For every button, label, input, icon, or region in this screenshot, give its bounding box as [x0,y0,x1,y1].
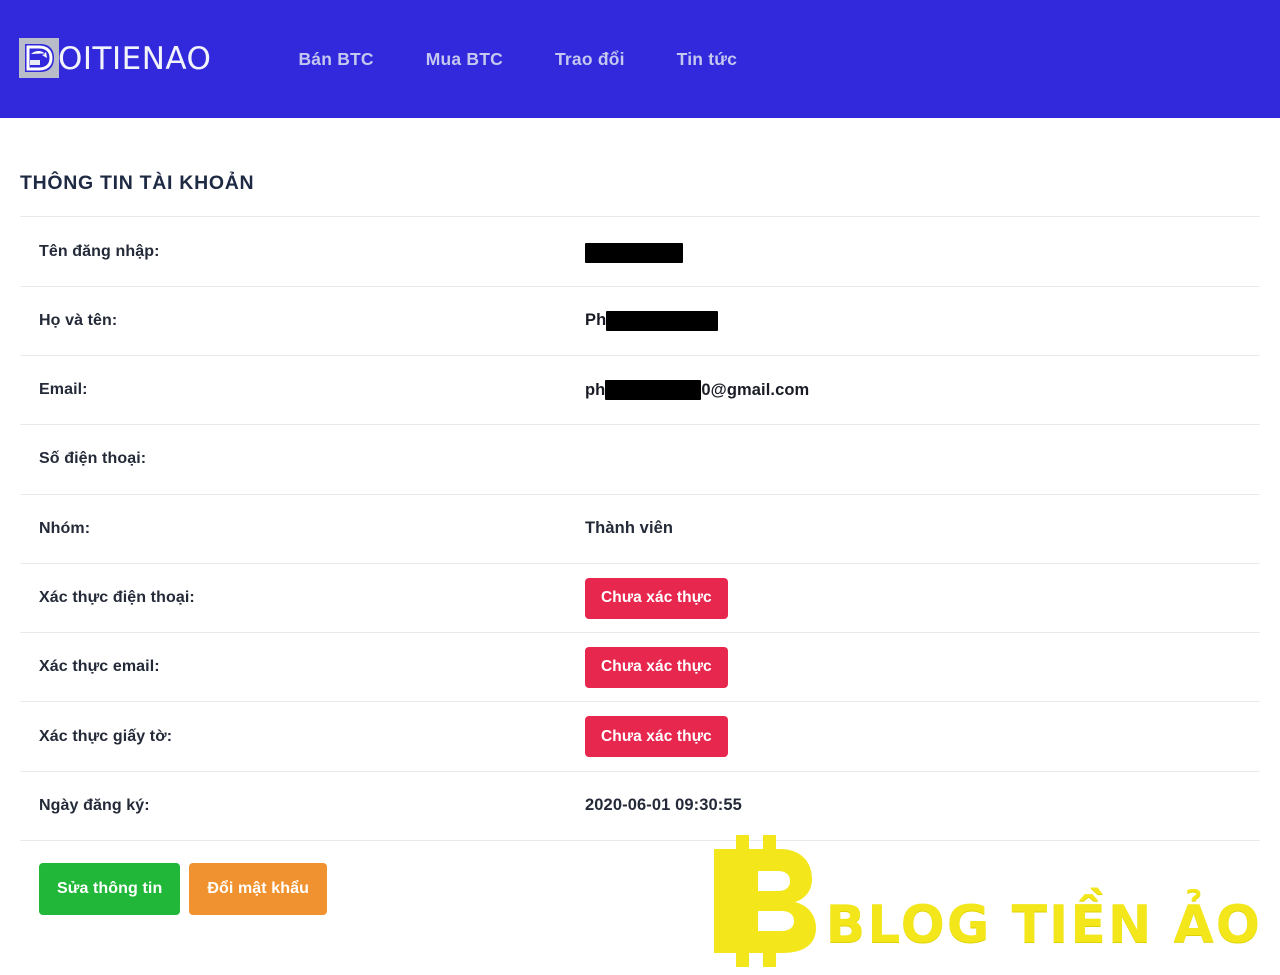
brand-logo-link[interactable]: OITIENAO [18,36,214,80]
nav-mua-btc[interactable]: Mua BTC [400,43,529,76]
table-row-phone-verification: Xác thực điện thoại: Chưa xác thực [20,564,1260,634]
nav-trao-doi[interactable]: Trao đổi [529,43,651,76]
edit-info-button[interactable]: Sửa thông tin [39,863,181,916]
page-title: THÔNG TIN TÀI KHOẢN [20,172,255,194]
site-header: OITIENAO Bán BTC Mua BTC Trao đổi Tin tứ… [0,0,1280,118]
brand-text: OITIENAO [58,40,212,77]
main-nav: Bán BTC Mua BTC Trao đổi Tin tức [272,43,763,76]
table-row-username: Tên đăng nhập: [20,217,1260,287]
table-row-document-verification: Xác thực giấy tờ: Chưa xác thực [20,702,1260,772]
value-registration-date: 2020-06-01 09:30:55 [585,796,742,815]
status-badge-email-unverified[interactable]: Chưa xác thực [585,646,728,688]
nav-ban-btc[interactable]: Bán BTC [272,43,399,76]
label-group: Nhóm: [39,519,91,537]
label-document-verification: Xác thực giấy tờ: [39,727,173,745]
label-phone: Số điện thoại: [39,450,147,468]
value-phone-verification: Chưa xác thực [585,577,1260,619]
redaction-bar-username [585,242,683,263]
change-password-button[interactable]: Đổi mật khẩu [189,863,327,916]
value-fullname: Ph [585,310,1260,331]
label-phone-verification: Xác thực điện thoại: [39,589,195,607]
table-row-email-verification: Xác thực email: Chưa xác thực [20,633,1260,703]
account-info-table: Tên đăng nhập: Họ và tên: Ph Email: ph 0@… [20,216,1260,842]
table-row-fullname: Họ và tên: Ph [20,287,1260,356]
table-row-phone: Số điện thoại: [20,425,1260,495]
label-email-verification: Xác thực email: [39,658,160,676]
status-badge-phone-unverified[interactable]: Chưa xác thực [585,577,728,619]
label-fullname: Họ và tên: [39,311,118,329]
table-row-email: Email: ph 0@gmail.com [20,356,1260,426]
value-email-prefix: ph [585,380,606,399]
doitienao-d-mark-icon [18,36,60,80]
redaction-bar-email [605,380,702,401]
value-email-suffix: 0@gmail.com [701,380,810,399]
main-content: THÔNG TIN TÀI KHOẢN Tên đăng nhập: Họ và… [0,172,1280,916]
table-row-group: Nhóm: Thành viên [20,495,1260,564]
value-email-verification: Chưa xác thực [585,646,1260,688]
table-row-registration-date: Ngày đăng ký: 2020-06-01 09:30:55 [20,772,1260,842]
value-fullname-prefix: Ph [585,311,607,330]
label-username: Tên đăng nhập: [39,242,160,260]
value-username [585,242,1260,263]
header-inner: OITIENAO Bán BTC Mua BTC Trao đổi Tin tứ… [18,38,1280,80]
redaction-bar-fullname [606,310,719,331]
value-email: ph 0@gmail.com [585,380,1260,401]
status-badge-document-unverified[interactable]: Chưa xác thực [585,716,728,758]
nav-tin-tuc[interactable]: Tin tức [651,43,763,76]
label-email: Email: [39,381,88,399]
value-document-verification: Chưa xác thực [585,716,1260,758]
label-registration-date: Ngày đăng ký: [39,796,150,814]
action-bar: Sửa thông tin Đổi mật khẩu [20,841,1260,916]
value-group: Thành viên [585,519,674,538]
